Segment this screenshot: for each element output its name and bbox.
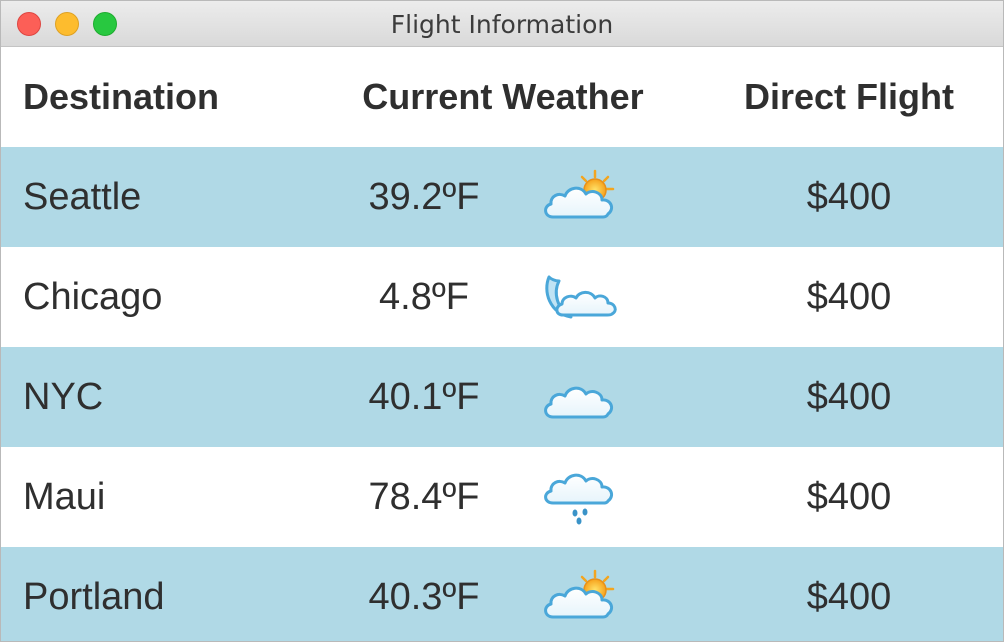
destination-cell: Maui (23, 475, 106, 518)
temperature-cell: 40.1ºF (368, 375, 480, 418)
price-cell: $400 (806, 175, 892, 218)
temperature-cell: 78.4ºF (368, 475, 480, 518)
destination-cell: NYC (23, 375, 104, 418)
header-current-weather: Current Weather (362, 76, 644, 117)
table-row[interactable]: Portland 40.3ºF $400 (1, 547, 1003, 641)
header-direct-flight: Direct Flight (743, 76, 954, 117)
temperature-cell: 4.8ºF (379, 275, 469, 318)
price-cell: $400 (806, 575, 892, 618)
table-row[interactable]: Chicago 4.8ºF $400 (1, 247, 1003, 347)
table-row[interactable]: Maui 78.4ºF $400 (1, 447, 1003, 547)
price-cell: $400 (806, 275, 892, 318)
temperature-cell: 39.2ºF (368, 175, 480, 218)
app-window: Flight Information Destination Current W… (0, 0, 1004, 642)
price-cell: $400 (806, 375, 892, 418)
price-cell: $400 (806, 475, 892, 518)
destination-cell: Portland (23, 575, 165, 618)
destination-cell: Seattle (23, 175, 142, 218)
partly-cloudy-icon (541, 169, 621, 225)
rain-icon (541, 469, 621, 525)
destination-cell: Chicago (23, 275, 163, 318)
table-header: Destination Current Weather Direct Fligh… (1, 47, 1003, 147)
header-destination: Destination (23, 76, 220, 117)
table-row[interactable]: Seattle 39.2ºF $400 (1, 147, 1003, 247)
cloudy-night-icon (541, 269, 621, 325)
temperature-cell: 40.3ºF (368, 575, 480, 618)
partly-cloudy-icon (541, 569, 621, 625)
window-title: Flight Information (390, 10, 614, 39)
cloud-icon (541, 369, 621, 425)
title-bar[interactable]: Flight Information (1, 1, 1003, 47)
table-row[interactable]: NYC 40.1ºF $400 (1, 347, 1003, 447)
